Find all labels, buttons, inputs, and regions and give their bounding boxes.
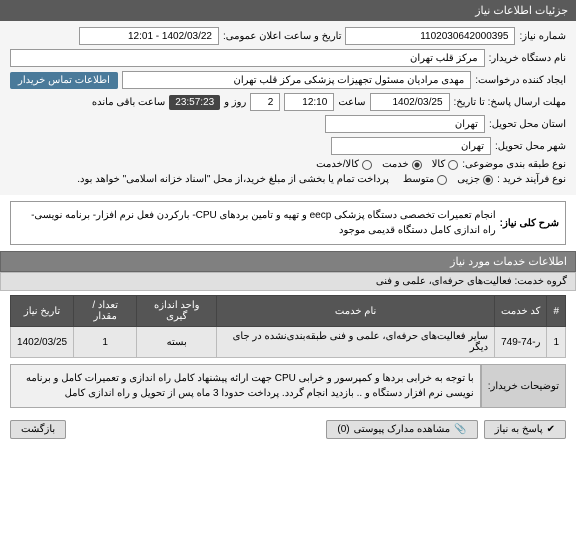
countdown-timer: 23:57:23 xyxy=(169,95,220,110)
province-label: استان محل تحویل: xyxy=(489,119,566,130)
buyer-note-text: با توجه به خرابی بردها و کمپرسور و خرابی… xyxy=(10,364,481,408)
cell-unit: بسته xyxy=(137,327,217,358)
form-section: شماره نیاز: 1102030642000395 تاریخ و ساع… xyxy=(0,21,576,195)
province-value: تهران xyxy=(325,115,485,133)
header-title: جزئیات اطلاعات نیاز xyxy=(475,5,568,17)
radio-medium[interactable]: متوسط xyxy=(403,174,447,185)
deadline-time: 12:10 xyxy=(284,93,334,111)
remaining-label: ساعت باقی مانده xyxy=(92,97,165,108)
radio-goods[interactable]: کالا xyxy=(432,159,459,170)
th-name: نام خدمت xyxy=(217,296,495,327)
radio-minor[interactable]: جزیی xyxy=(457,174,493,185)
radio-both[interactable]: کالا/خدمت xyxy=(316,159,372,170)
buyer-org-value: مرکز قلب تهران xyxy=(10,49,485,67)
attachment-icon: 📎 xyxy=(454,424,466,435)
requester-label: ایجاد کننده درخواست: xyxy=(475,75,566,86)
back-button[interactable]: بازگشت xyxy=(10,420,66,439)
th-code: کد خدمت xyxy=(495,296,547,327)
group-value: فعالیت‌های حرفه‌ای، علمی و فنی xyxy=(376,276,512,287)
category-label: نوع طبقه بندی موضوعی: xyxy=(462,159,566,170)
days-value: 2 xyxy=(250,93,280,111)
days-label: روز و xyxy=(224,97,246,108)
description-box: شرح کلی نیاز: انجام تعمیرات تخصصی دستگاه… xyxy=(10,201,566,245)
cell-date: 1402/03/25 xyxy=(11,327,74,358)
need-number-label: شماره نیاز: xyxy=(519,31,566,42)
announce-value: 1402/03/22 - 12:01 xyxy=(79,27,219,45)
th-unit: واحد اندازه گیری xyxy=(137,296,217,327)
radio-service[interactable]: خدمت xyxy=(382,159,422,170)
details-header: جزئیات اطلاعات نیاز xyxy=(0,0,576,21)
process-label: نوع فرآیند خرید : xyxy=(497,174,566,185)
footer-buttons: ✔ پاسخ به نیاز 📎 مشاهده مدارک پیوستی (0)… xyxy=(0,414,576,445)
deadline-label: مهلت ارسال پاسخ: تا تاریخ: xyxy=(454,97,566,108)
buyer-org-label: نام دستگاه خریدار: xyxy=(489,53,566,64)
th-idx: # xyxy=(547,296,566,327)
buyer-note-label: توضیحات خریدار: xyxy=(481,364,566,408)
service-group-row: گروه خدمت: فعالیت‌های حرفه‌ای، علمی و فن… xyxy=(0,272,576,291)
buyer-note-box: توضیحات خریدار: با توجه به خرابی بردها و… xyxy=(10,364,566,408)
desc-label: شرح کلی نیاز: xyxy=(500,216,559,231)
announce-label: تاریخ و ساعت اعلان عمومی: xyxy=(223,31,342,42)
cell-idx: 1 xyxy=(547,327,566,358)
cell-code: ر-74-749 xyxy=(495,327,547,358)
desc-text: انجام تعمیرات تخصصی دستگاه پزشکی eecp و … xyxy=(17,208,496,238)
city-label: شهر محل تحویل: xyxy=(495,141,566,152)
check-icon: ✔ xyxy=(547,424,555,435)
services-section-title: اطلاعات خدمات مورد نیاز xyxy=(0,251,576,272)
need-number-value: 1102030642000395 xyxy=(345,27,515,45)
th-qty: تعداد / مقدار xyxy=(74,296,137,327)
process-radio-group: جزیی متوسط xyxy=(403,174,493,185)
reply-button[interactable]: ✔ پاسخ به نیاز xyxy=(484,420,566,439)
group-label: گروه خدمت: xyxy=(514,276,567,287)
category-radio-group: کالا خدمت کالا/خدمت xyxy=(316,159,458,170)
table-row: 1 ر-74-749 سایر فعالیت‌های حرفه‌ای، علمی… xyxy=(11,327,566,358)
contact-buyer-button[interactable]: اطلاعات تماس خریدار xyxy=(10,72,118,89)
requester-value: مهدی مرادیان مسئول تجهیزات پزشکی مرکز قل… xyxy=(122,71,471,89)
attachments-button[interactable]: 📎 مشاهده مدارک پیوستی (0) xyxy=(326,420,477,439)
time-label: ساعت xyxy=(338,97,365,108)
cell-qty: 1 xyxy=(74,327,137,358)
deadline-date: 1402/03/25 xyxy=(370,93,450,111)
services-table: # کد خدمت نام خدمت واحد اندازه گیری تعدا… xyxy=(10,295,566,358)
cell-name: سایر فعالیت‌های حرفه‌ای، علمی و فنی طبقه… xyxy=(217,327,495,358)
process-note: پرداخت تمام یا بخشی از مبلغ خرید،از محل … xyxy=(77,174,389,185)
city-value: تهران xyxy=(331,137,491,155)
th-date: تاریخ نیاز xyxy=(11,296,74,327)
